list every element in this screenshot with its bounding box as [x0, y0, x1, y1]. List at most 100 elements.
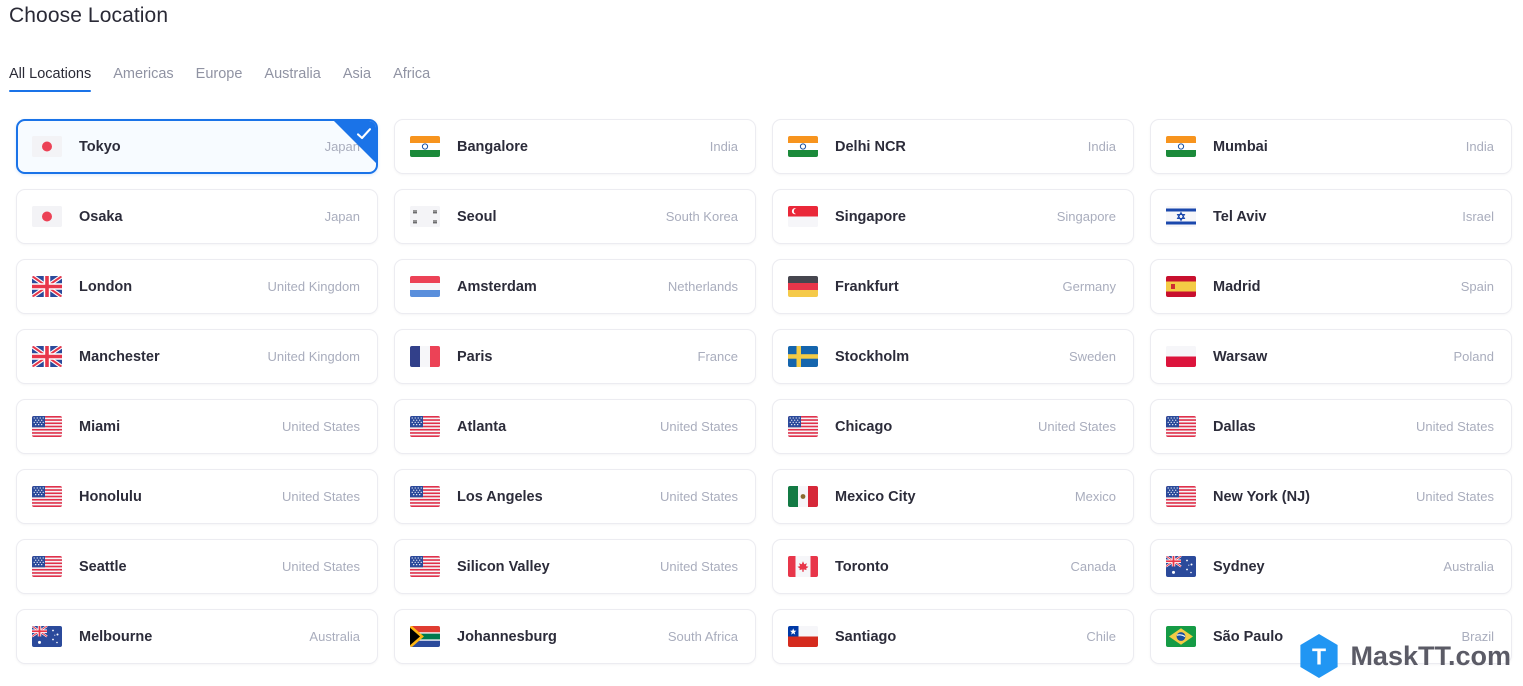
location-card[interactable]: Tel Aviv Israel — [1150, 189, 1512, 244]
location-city-name: São Paulo — [1213, 628, 1284, 645]
tab-australia[interactable]: Australia — [253, 66, 331, 93]
location-card[interactable]: New York (NJ) United States — [1150, 469, 1512, 524]
watermark-text: MaskTT.com — [1350, 640, 1511, 671]
tab-africa[interactable]: Africa — [382, 66, 441, 93]
flag-icon-au — [32, 626, 62, 647]
location-city-name: Silicon Valley — [457, 558, 550, 575]
flag-icon-nl — [410, 276, 440, 297]
hexagon-logo-icon: T — [1299, 634, 1339, 678]
tab-asia[interactable]: Asia — [332, 66, 382, 93]
location-country-name: India — [709, 139, 738, 154]
location-country-name: United States — [281, 559, 360, 574]
location-city-name: Bangalore — [457, 138, 528, 155]
location-city-name: Dallas — [1213, 418, 1256, 435]
location-city-name: Mumbai — [1213, 138, 1268, 155]
location-country-name: United Kingdom — [267, 279, 361, 294]
location-city-name: Tel Aviv — [1213, 208, 1267, 225]
flag-icon-ca — [788, 556, 818, 577]
location-card[interactable]: Seattle United States — [16, 539, 378, 594]
page-title: Choose Location — [9, 4, 169, 27]
location-card[interactable]: Dallas United States — [1150, 399, 1512, 454]
location-city-name: Sydney — [1213, 558, 1265, 575]
location-card[interactable]: Los Angeles United States — [394, 469, 756, 524]
choose-location-page: Choose Location All Locations Americas Eur… — [0, 0, 1523, 686]
location-card[interactable]: Toronto Canada — [772, 539, 1134, 594]
location-card[interactable]: Frankfurt Germany — [772, 259, 1134, 314]
location-city-name: New York (NJ) — [1213, 488, 1310, 505]
location-city-name: Toronto — [835, 558, 889, 575]
location-card[interactable]: Manchester United Kingdom — [16, 329, 378, 384]
flag-icon-za — [410, 626, 440, 647]
flag-icon-se — [788, 346, 818, 367]
location-city-name: Seattle — [79, 558, 127, 575]
tab-americas[interactable]: Americas — [102, 66, 184, 93]
location-city-name: Tokyo — [79, 138, 121, 155]
location-card[interactable]: Paris France — [394, 329, 756, 384]
flag-icon-cl — [788, 626, 818, 647]
flag-icon-de — [788, 276, 818, 297]
location-card[interactable]: Chicago United States — [772, 399, 1134, 454]
location-card[interactable]: Bangalore India — [394, 119, 756, 174]
location-card[interactable]: Amsterdam Netherlands — [394, 259, 756, 314]
flag-icon-in — [1166, 136, 1196, 157]
location-city-name: Frankfurt — [835, 278, 899, 295]
location-city-name: Delhi NCR — [835, 138, 906, 155]
location-city-name: Atlanta — [457, 418, 507, 435]
location-card[interactable]: Santiago Chile — [772, 609, 1134, 664]
location-country-name: United States — [659, 419, 738, 434]
location-city-name: Melbourne — [79, 628, 153, 645]
flag-icon-sg — [788, 206, 818, 227]
watermark: T MaskTT.com — [1299, 634, 1511, 678]
location-city-name: Los Angeles — [457, 488, 543, 505]
location-card[interactable]: Atlanta United States — [394, 399, 756, 454]
location-country-name: United States — [1415, 419, 1494, 434]
tab-europe[interactable]: Europe — [185, 66, 254, 93]
location-card[interactable]: Stockholm Sweden — [772, 329, 1134, 384]
location-country-name: France — [697, 349, 738, 364]
flag-icon-il — [1166, 206, 1196, 227]
location-card[interactable]: Delhi NCR India — [772, 119, 1134, 174]
location-country-name: Sweden — [1069, 349, 1116, 364]
location-country-name: United States — [1415, 489, 1494, 504]
flag-icon-gb — [32, 276, 62, 297]
location-country-name: Germany — [1062, 279, 1116, 294]
location-card[interactable]: Miami United States — [16, 399, 378, 454]
location-card[interactable]: Tokyo Japan — [16, 119, 378, 174]
flag-icon-pl — [1166, 346, 1196, 367]
flag-icon-in — [788, 136, 818, 157]
location-country-name: United States — [659, 559, 738, 574]
location-city-name: London — [79, 278, 133, 295]
location-card[interactable]: London United Kingdom — [16, 259, 378, 314]
location-country-name: India — [1465, 139, 1494, 154]
location-card[interactable]: Warsaw Poland — [1150, 329, 1512, 384]
location-card[interactable]: Silicon Valley United States — [394, 539, 756, 594]
location-country-name: South Africa — [667, 629, 738, 644]
location-country-name: United States — [281, 489, 360, 504]
tab-all-locations[interactable]: All Locations — [9, 66, 102, 93]
location-country-name: Spain — [1460, 279, 1494, 294]
flag-icon-us — [410, 556, 440, 577]
location-city-name: Warsaw — [1213, 348, 1268, 365]
location-country-name: Chile — [1086, 629, 1116, 644]
flag-icon-in — [410, 136, 440, 157]
location-card[interactable]: Seoul South Korea — [394, 189, 756, 244]
location-card[interactable]: Mexico City Mexico — [772, 469, 1134, 524]
location-card[interactable]: Honolulu United States — [16, 469, 378, 524]
location-city-name: Singapore — [835, 208, 906, 225]
location-country-name: Japan — [324, 139, 360, 154]
location-card[interactable]: Johannesburg South Africa — [394, 609, 756, 664]
location-card[interactable]: Sydney Australia — [1150, 539, 1512, 594]
flag-icon-jp — [32, 136, 62, 157]
location-country-name: United States — [1037, 419, 1116, 434]
location-card[interactable]: Osaka Japan — [16, 189, 378, 244]
location-city-name: Johannesburg — [457, 628, 557, 645]
flag-icon-us — [32, 416, 62, 437]
location-country-name: Canada — [1070, 559, 1116, 574]
flag-icon-kr — [410, 206, 440, 227]
location-card[interactable]: Singapore Singapore — [772, 189, 1134, 244]
location-card[interactable]: Madrid Spain — [1150, 259, 1512, 314]
flag-icon-es — [1166, 276, 1196, 297]
svg-text:T: T — [1312, 644, 1326, 670]
location-card[interactable]: Melbourne Australia — [16, 609, 378, 664]
location-card[interactable]: Mumbai India — [1150, 119, 1512, 174]
